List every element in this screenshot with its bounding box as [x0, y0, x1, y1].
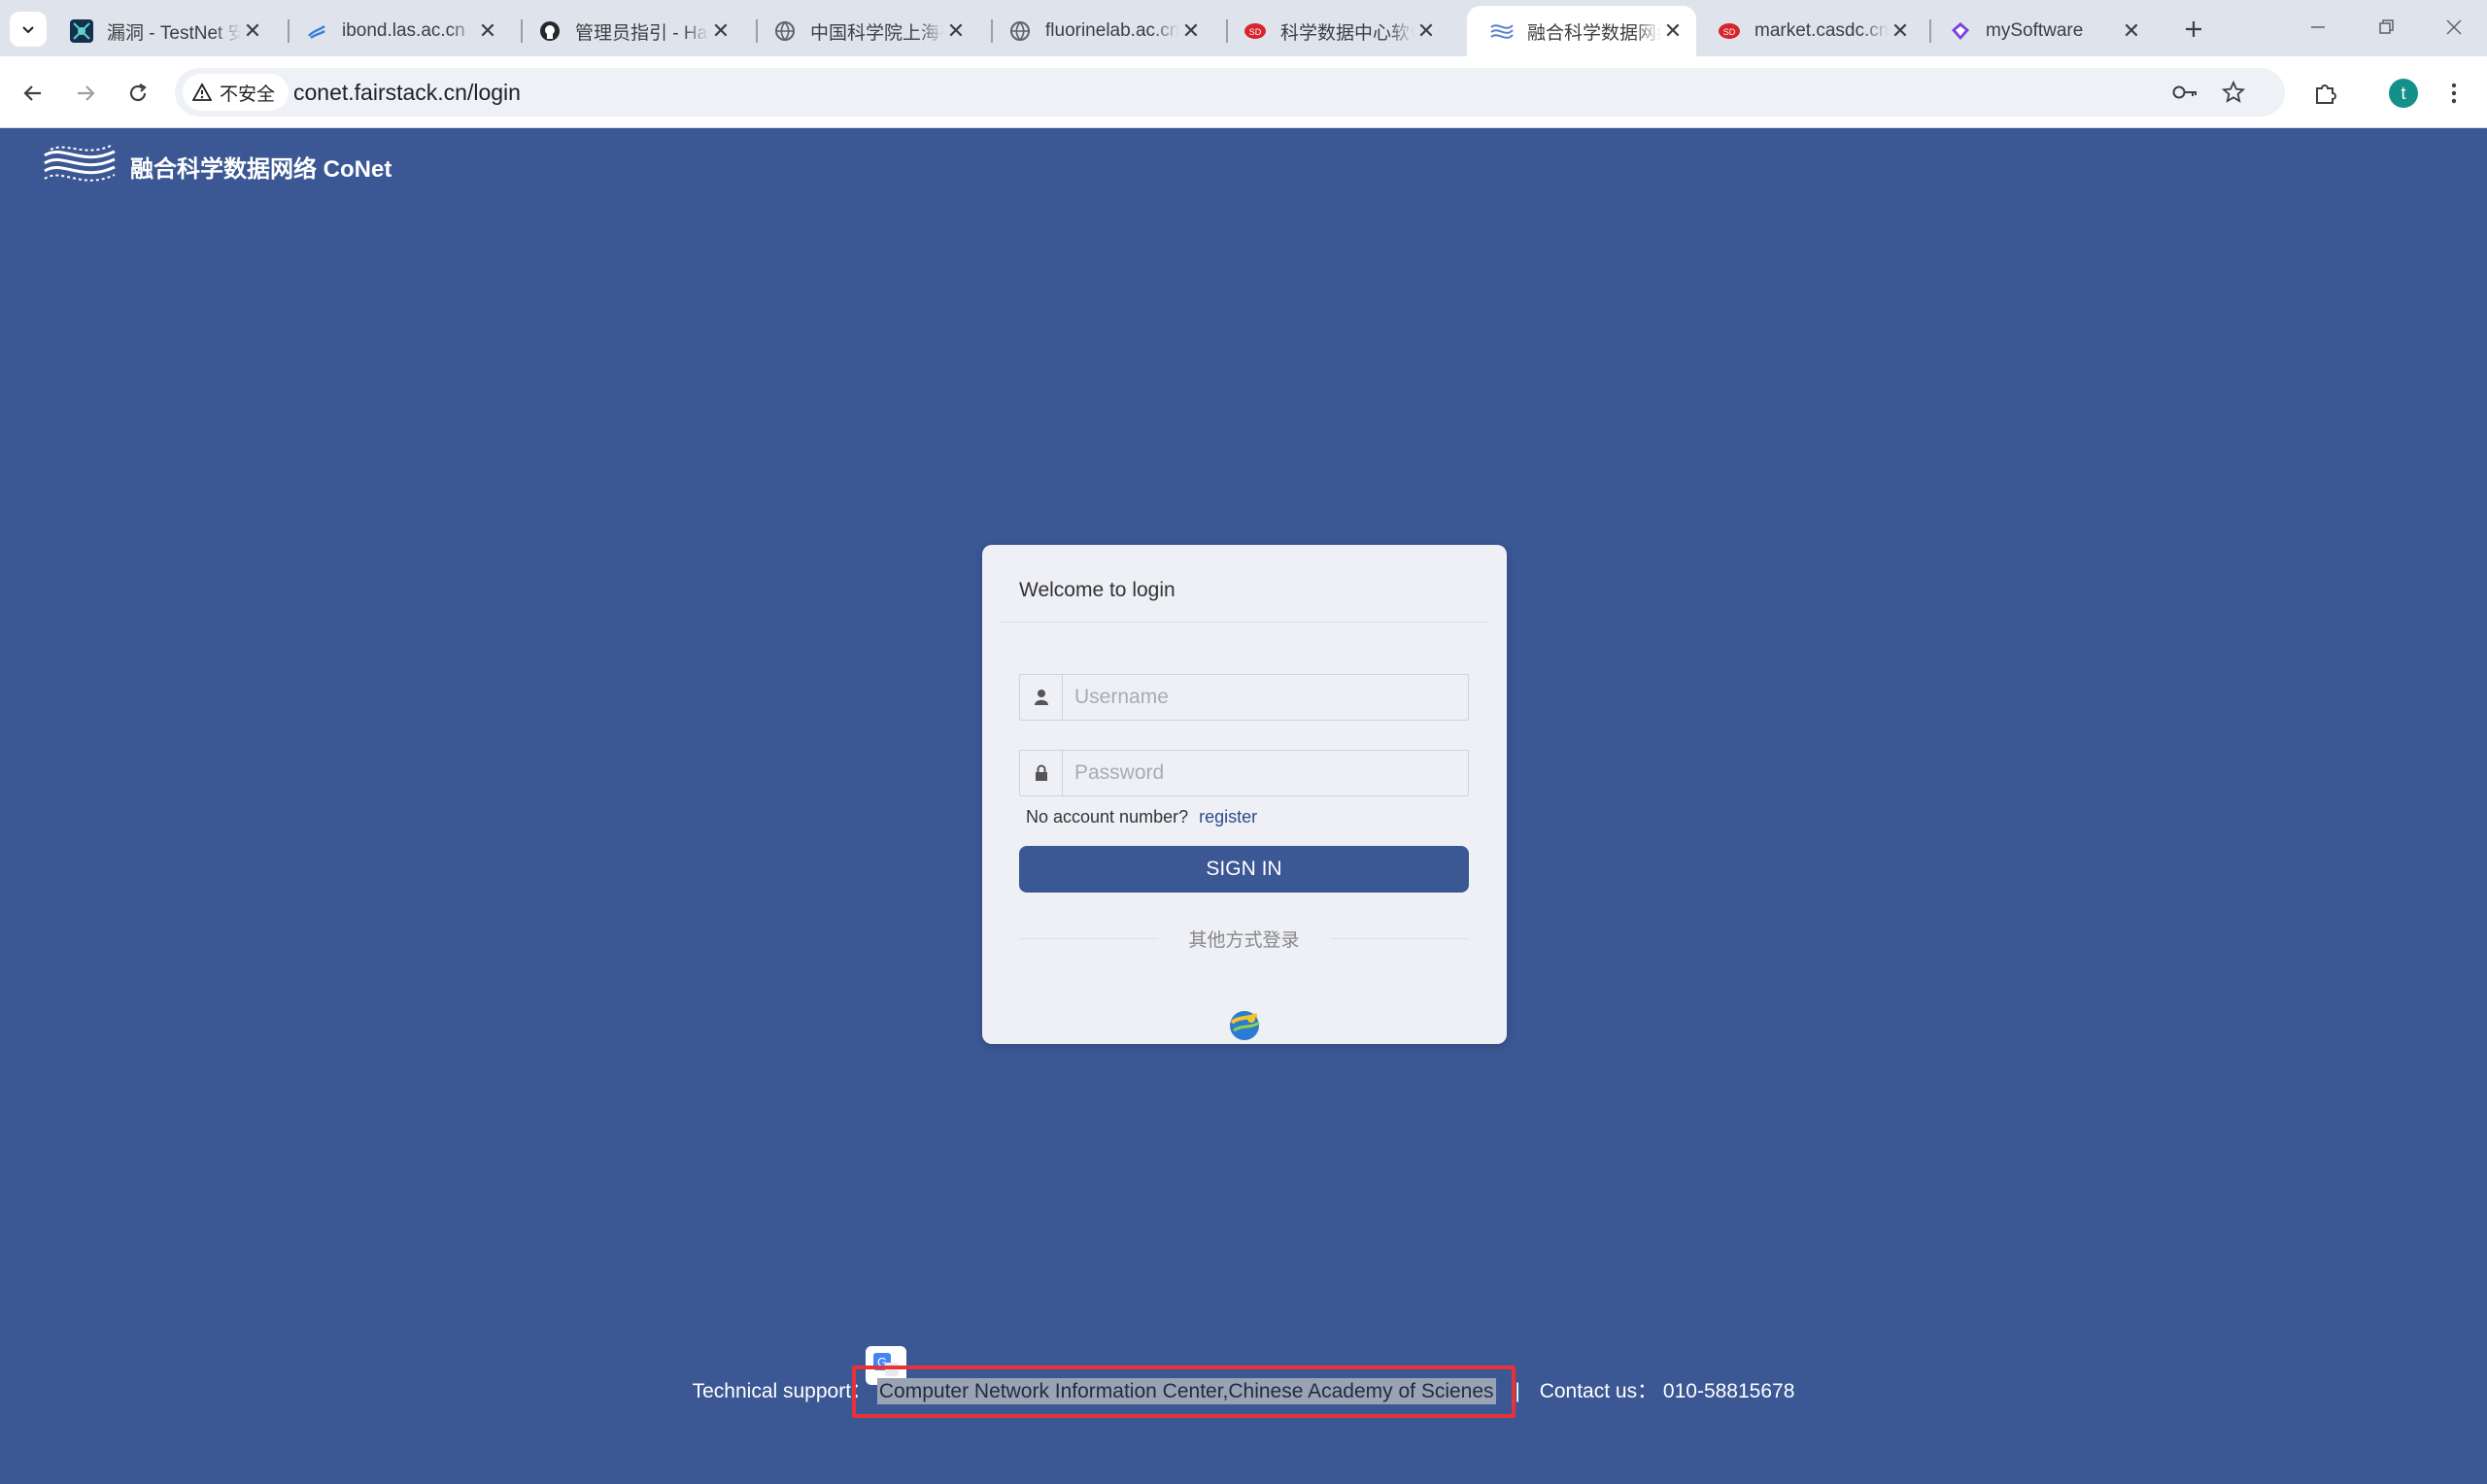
github-favicon-icon: [538, 19, 562, 43]
close-tab-icon[interactable]: ✕: [944, 18, 968, 43]
puzzle-icon: [2316, 84, 2336, 104]
close-tab-icon[interactable]: ✕: [1889, 18, 1912, 43]
close-tab-icon[interactable]: ✕: [2120, 18, 2143, 43]
profile-button[interactable]: t: [2384, 74, 2423, 113]
tab-cas-shanghai[interactable]: 中国科学院上海有机 ✕: [750, 6, 979, 56]
reload-icon: [129, 84, 147, 102]
tab-search-button[interactable]: [10, 12, 47, 47]
bookmark-button[interactable]: [2217, 76, 2250, 109]
divider: [1330, 938, 1470, 939]
extensions-button[interactable]: [2306, 74, 2345, 113]
tab-title: 科学数据中心软件: [1280, 22, 1414, 44]
close-tab-icon[interactable]: ✕: [476, 18, 499, 43]
svg-text:SD: SD: [1723, 27, 1736, 37]
forward-button[interactable]: [66, 74, 105, 113]
brand-name: 融合科学数据网络 CoNet: [130, 155, 392, 183]
contact-label: Contact us：: [1539, 1380, 1658, 1402]
svg-text:SD: SD: [1249, 27, 1262, 37]
close-tab-icon[interactable]: ✕: [709, 18, 732, 43]
more-vertical-icon: [2451, 83, 2457, 104]
password-key-button[interactable]: [2168, 76, 2201, 109]
chevron-down-icon: [22, 26, 34, 34]
tab-ibond[interactable]: ibond.las.ac.cn ✕: [282, 6, 511, 56]
conet-logo-icon: [44, 145, 116, 182]
tab-title: mySoftware: [1986, 20, 2084, 41]
other-login-methods: 其他方式登录: [1019, 926, 1470, 952]
close-window-button[interactable]: [2425, 8, 2483, 47]
tab-strip: 漏洞 - TestNet 安全 ✕ ibond.las.ac.cn ✕ 管理员指…: [0, 0, 2487, 56]
tab-mysoftware[interactable]: mySoftware ✕: [1925, 6, 2155, 56]
forward-arrow-icon: [78, 85, 95, 101]
tab-title: 融合科学数据网络: [1527, 22, 1661, 44]
close-tab-icon[interactable]: ✕: [241, 18, 264, 43]
restore-icon: [2379, 19, 2394, 34]
reload-button[interactable]: [119, 74, 157, 113]
new-tab-button[interactable]: [2176, 12, 2211, 47]
url-text[interactable]: conet.fairstack.cn/login: [293, 80, 521, 106]
tab-title: fluorinelab.ac.cn: [1045, 20, 1179, 41]
plus-icon: [2186, 21, 2201, 37]
tab-casdc-software[interactable]: SD 科学数据中心软件 ✕: [1220, 6, 1449, 56]
support-label: Technical support：: [692, 1380, 872, 1402]
register-prompt: No account number? register: [1026, 807, 1257, 827]
globe-favicon-icon: [773, 19, 797, 43]
brand-header[interactable]: 融合科学数据网络 CoNet: [43, 142, 392, 190]
tab-fluorinelab[interactable]: fluorinelab.ac.cn ✕: [985, 6, 1214, 56]
divider: [1019, 938, 1158, 939]
key-icon: [2172, 85, 2197, 99]
contact-phone: 010-58815678: [1662, 1380, 1795, 1402]
password-field[interactable]: [1019, 750, 1469, 796]
casdc-favicon-icon: SD: [1718, 19, 1741, 43]
no-account-text: No account number?: [1026, 807, 1189, 826]
sign-in-button[interactable]: SIGN IN: [1019, 846, 1469, 893]
tab-title: 中国科学院上海有机: [810, 22, 944, 44]
footer-separator: |: [1515, 1380, 1520, 1402]
warning-icon: [192, 83, 212, 101]
globe-favicon-icon: [1008, 19, 1032, 43]
browser-toolbar: 不安全 conet.fairstack.cn/login t: [0, 56, 2487, 128]
register-link[interactable]: register: [1199, 807, 1257, 826]
login-card: Welcome to login No account number? regi…: [982, 545, 1507, 1044]
tab-title: 管理员指引 - Harbor: [575, 22, 709, 44]
tab-market-casdc[interactable]: SD market.casdc.cn ✕: [1694, 6, 1924, 56]
tab-title: 漏洞 - TestNet 安全: [107, 22, 241, 44]
star-icon: [2222, 81, 2245, 103]
conet-favicon-icon: [1490, 19, 1514, 43]
cstnet-passport-login-icon[interactable]: [1226, 1007, 1263, 1044]
tab-title: market.casdc.cn: [1755, 20, 1889, 41]
tab-harbor[interactable]: 管理员指引 - Harbor ✕: [515, 6, 744, 56]
casdc-favicon-icon: SD: [1244, 19, 1267, 43]
avatar: t: [2389, 79, 2418, 108]
minimize-button[interactable]: [2289, 8, 2347, 47]
testnet-favicon-icon: [70, 19, 93, 43]
back-button[interactable]: [14, 74, 52, 113]
tab-title: ibond.las.ac.cn: [342, 20, 465, 41]
tab-testnet[interactable]: 漏洞 - TestNet 安全 ✕: [47, 6, 276, 56]
divider: [1000, 622, 1489, 623]
other-methods-label: 其他方式登录: [1188, 930, 1300, 951]
minimize-icon: [2311, 26, 2325, 28]
restore-button[interactable]: [2357, 8, 2415, 47]
close-tab-icon[interactable]: ✕: [1661, 18, 1685, 43]
address-bar[interactable]: 不安全 conet.fairstack.cn/login: [175, 68, 2285, 117]
tab-conet[interactable]: 融合科学数据网络 ✕: [1467, 6, 1696, 56]
security-label: 不安全: [220, 84, 276, 105]
password-input[interactable]: [1063, 751, 1468, 795]
back-arrow-icon: [23, 85, 41, 101]
login-page: 融合科学数据网络 CoNet Welcome to login No accou…: [0, 128, 2487, 1484]
wheat-favicon-icon: [305, 19, 328, 43]
lock-icon: [1020, 751, 1063, 795]
highlight-annotation-box: [852, 1366, 1516, 1418]
login-title: Welcome to login: [1019, 579, 1175, 601]
username-field[interactable]: [1019, 674, 1469, 721]
close-icon: [2446, 19, 2462, 35]
close-tab-icon[interactable]: ✕: [1414, 18, 1438, 43]
user-icon: [1020, 675, 1063, 720]
diamond-favicon-icon: [1949, 19, 1972, 43]
close-tab-icon[interactable]: ✕: [1179, 18, 1203, 43]
username-input[interactable]: [1063, 675, 1468, 720]
browser-menu-button[interactable]: [2435, 74, 2473, 113]
security-chip[interactable]: 不安全: [183, 74, 290, 111]
